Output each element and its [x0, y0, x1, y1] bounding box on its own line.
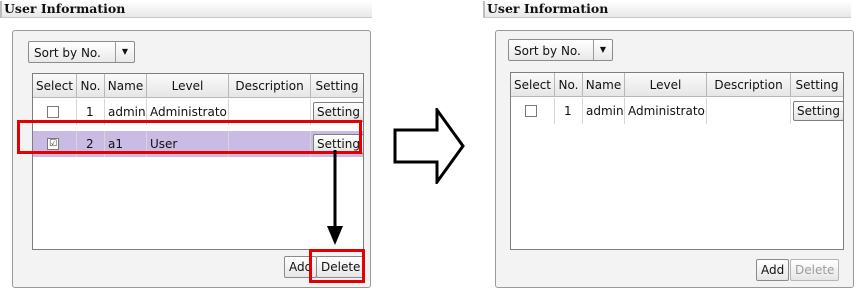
- table-row: 1 admin Administrator Setting: [511, 98, 843, 124]
- column-header[interactable]: Level: [147, 74, 229, 98]
- column-header[interactable]: Select: [511, 73, 555, 97]
- arrow-right-icon: [393, 108, 465, 184]
- column-header[interactable]: No.: [555, 73, 583, 97]
- table-header: Select No. Name Level Description Settin…: [33, 74, 363, 100]
- add-button[interactable]: Add: [756, 259, 790, 281]
- cell-no: 1: [555, 98, 583, 124]
- cell-name: admin: [583, 98, 625, 124]
- chevron-down-icon[interactable]: ▼: [115, 42, 134, 62]
- panel-box: Sort by No. ▼ Select No. Name Level Desc…: [495, 30, 854, 288]
- sort-dropdown[interactable]: Sort by No. ▼: [28, 41, 135, 63]
- delete-button[interactable]: Delete: [790, 259, 840, 281]
- table-header: Select No. Name Level Description Settin…: [511, 73, 843, 99]
- column-header[interactable]: Setting: [311, 74, 363, 98]
- cell-description: [707, 98, 791, 124]
- setting-button[interactable]: Setting: [793, 101, 843, 121]
- select-checkbox[interactable]: [525, 105, 537, 117]
- setting-button[interactable]: Setting: [313, 102, 363, 122]
- column-header[interactable]: Select: [33, 74, 77, 98]
- panel-title: User Information: [0, 1, 372, 18]
- user-table: Select No. Name Level Description Settin…: [510, 72, 844, 250]
- column-header[interactable]: No.: [77, 74, 105, 98]
- column-header[interactable]: Level: [625, 73, 707, 97]
- panel-title: User Information: [483, 1, 851, 18]
- column-header[interactable]: Name: [583, 73, 625, 97]
- after-panel: User Information Sort by No. ▼ Select No…: [483, 0, 855, 302]
- column-header[interactable]: Name: [105, 74, 147, 98]
- user-table: Select No. Name Level Description Settin…: [32, 73, 364, 250]
- column-header[interactable]: Setting: [791, 73, 843, 97]
- sort-dropdown[interactable]: Sort by No. ▼: [508, 39, 613, 61]
- sort-label: Sort by No.: [514, 44, 581, 58]
- cell-level: Administrator: [625, 98, 707, 124]
- arrow-down-icon: [327, 150, 343, 245]
- selected-row-highlight: [17, 120, 362, 154]
- select-checkbox[interactable]: [47, 106, 59, 118]
- sort-label: Sort by No.: [34, 46, 101, 60]
- chevron-down-icon[interactable]: ▼: [593, 40, 612, 60]
- column-header[interactable]: Description: [229, 74, 311, 98]
- column-header[interactable]: Description: [707, 73, 791, 97]
- before-panel: User Information Sort by No. ▼ Select No…: [0, 0, 372, 302]
- delete-button-highlight: [309, 249, 365, 283]
